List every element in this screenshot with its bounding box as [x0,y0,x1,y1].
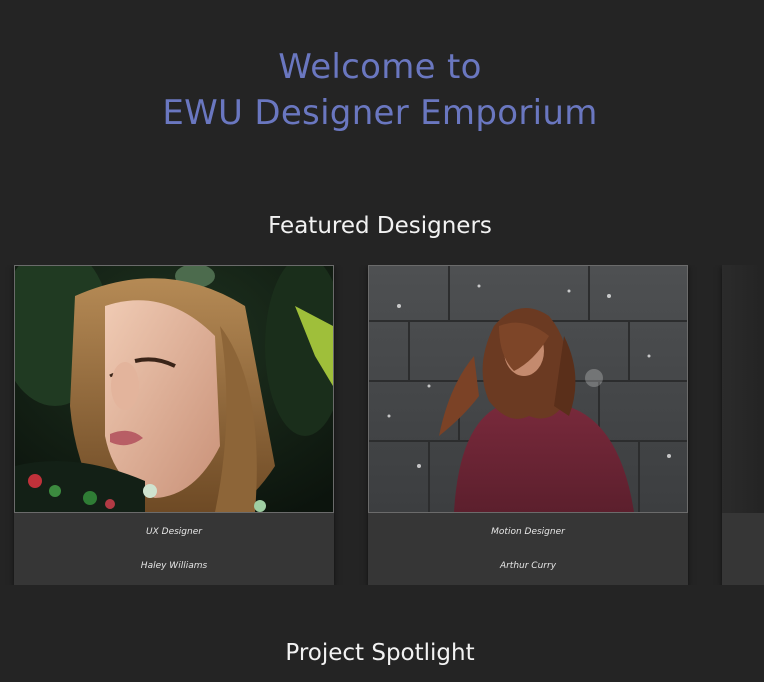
project-spotlight-heading: Project Spotlight [285,640,475,666]
designer-card[interactable] [722,265,764,585]
featured-designers-carousel[interactable]: UX Designer Haley Williams Motion Design… [0,265,764,585]
featured-designers-heading: Featured Designers [268,213,492,239]
designer-photo [722,265,764,513]
designer-name: Arthur Curry [499,561,557,571]
hero-title-line-2: EWU Designer Emporium [162,93,598,133]
hero-title-line-1: Welcome to [278,47,482,87]
hero-title: Welcome to EWU Designer Emporium [0,44,760,136]
designer-role: Motion Designer [491,527,565,537]
designer-card[interactable]: Motion Designer Arthur Curry [368,265,688,585]
designer-photo [368,265,688,513]
designer-role: UX Designer [146,527,202,537]
designer-card[interactable]: UX Designer Haley Williams [14,265,334,585]
designer-name: Haley Williams [140,561,208,571]
designer-photo [14,265,334,513]
